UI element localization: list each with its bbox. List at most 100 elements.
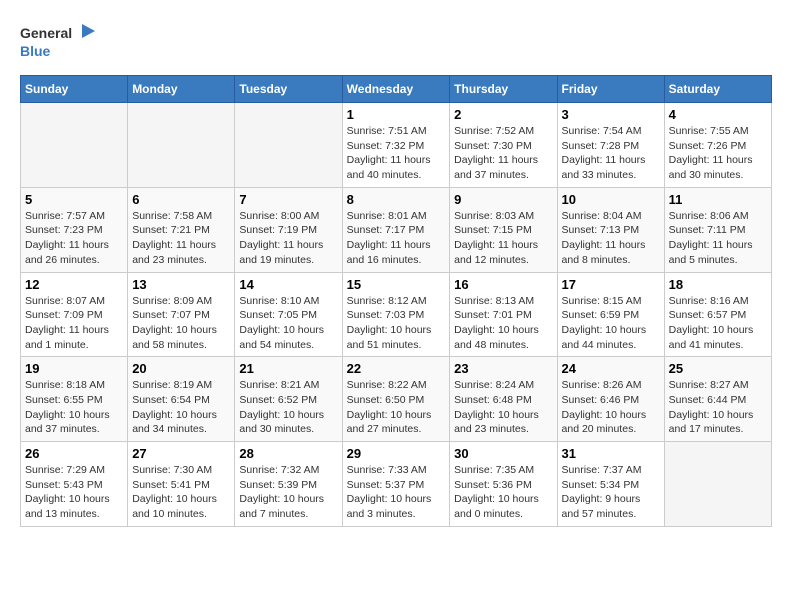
day-number: 15	[347, 277, 446, 292]
day-info: Sunrise: 8:13 AM Sunset: 7:01 PM Dayligh…	[454, 294, 552, 353]
calendar-cell: 16 Sunrise: 8:13 AM Sunset: 7:01 PM Dayli…	[450, 272, 557, 357]
day-info: Sunrise: 8:00 AM Sunset: 7:19 PM Dayligh…	[239, 209, 337, 268]
day-info: Sunrise: 8:22 AM Sunset: 6:50 PM Dayligh…	[347, 378, 446, 437]
day-info: Sunrise: 8:06 AM Sunset: 7:11 PM Dayligh…	[669, 209, 767, 268]
day-info: Sunrise: 7:32 AM Sunset: 5:39 PM Dayligh…	[239, 463, 337, 522]
day-number: 3	[562, 107, 660, 122]
day-number: 12	[25, 277, 123, 292]
day-number: 10	[562, 192, 660, 207]
day-number: 14	[239, 277, 337, 292]
calendar-cell: 21 Sunrise: 8:21 AM Sunset: 6:52 PM Dayli…	[235, 357, 342, 442]
calendar-cell: 31 Sunrise: 7:37 AM Sunset: 5:34 PM Dayli…	[557, 442, 664, 527]
page-header: General Blue	[20, 20, 772, 65]
day-number: 24	[562, 361, 660, 376]
svg-text:General: General	[20, 25, 72, 41]
calendar-cell: 10 Sunrise: 8:04 AM Sunset: 7:13 PM Dayli…	[557, 187, 664, 272]
weekday-header: Friday	[557, 76, 664, 103]
day-info: Sunrise: 7:57 AM Sunset: 7:23 PM Dayligh…	[25, 209, 123, 268]
calendar-cell	[664, 442, 771, 527]
day-number: 11	[669, 192, 767, 207]
day-number: 27	[132, 446, 230, 461]
day-number: 2	[454, 107, 552, 122]
day-info: Sunrise: 8:24 AM Sunset: 6:48 PM Dayligh…	[454, 378, 552, 437]
calendar-cell: 25 Sunrise: 8:27 AM Sunset: 6:44 PM Dayli…	[664, 357, 771, 442]
day-info: Sunrise: 8:07 AM Sunset: 7:09 PM Dayligh…	[25, 294, 123, 353]
day-info: Sunrise: 7:37 AM Sunset: 5:34 PM Dayligh…	[562, 463, 660, 522]
calendar-cell: 3 Sunrise: 7:54 AM Sunset: 7:28 PM Daylig…	[557, 103, 664, 188]
logo: General Blue	[20, 20, 100, 65]
day-info: Sunrise: 7:51 AM Sunset: 7:32 PM Dayligh…	[347, 124, 446, 183]
day-number: 25	[669, 361, 767, 376]
day-number: 30	[454, 446, 552, 461]
day-number: 8	[347, 192, 446, 207]
day-info: Sunrise: 8:10 AM Sunset: 7:05 PM Dayligh…	[239, 294, 337, 353]
calendar-cell: 4 Sunrise: 7:55 AM Sunset: 7:26 PM Daylig…	[664, 103, 771, 188]
calendar-cell: 29Sunrise: 7:33 AM Sunset: 5:37 PM Dayli…	[342, 442, 450, 527]
day-info: Sunrise: 8:03 AM Sunset: 7:15 PM Dayligh…	[454, 209, 552, 268]
calendar-cell: 18 Sunrise: 8:16 AM Sunset: 6:57 PM Dayli…	[664, 272, 771, 357]
calendar-cell: 17Sunrise: 8:15 AM Sunset: 6:59 PM Dayli…	[557, 272, 664, 357]
weekday-header: Tuesday	[235, 76, 342, 103]
calendar-cell: 19Sunrise: 8:18 AM Sunset: 6:55 PM Dayli…	[21, 357, 128, 442]
day-number: 6	[132, 192, 230, 207]
calendar-week-row: 19Sunrise: 8:18 AM Sunset: 6:55 PM Dayli…	[21, 357, 772, 442]
day-number: 13	[132, 277, 230, 292]
weekday-header: Sunday	[21, 76, 128, 103]
calendar-week-row: 5 Sunrise: 7:57 AM Sunset: 7:23 PM Daylig…	[21, 187, 772, 272]
day-info: Sunrise: 8:09 AM Sunset: 7:07 PM Dayligh…	[132, 294, 230, 353]
calendar-cell: 20Sunrise: 8:19 AM Sunset: 6:54 PM Dayli…	[128, 357, 235, 442]
day-info: Sunrise: 8:04 AM Sunset: 7:13 PM Dayligh…	[562, 209, 660, 268]
day-info: Sunrise: 7:29 AM Sunset: 5:43 PM Dayligh…	[25, 463, 123, 522]
calendar-week-row: 26 Sunrise: 7:29 AM Sunset: 5:43 PM Dayli…	[21, 442, 772, 527]
day-info: Sunrise: 8:26 AM Sunset: 6:46 PM Dayligh…	[562, 378, 660, 437]
calendar-cell: 24 Sunrise: 8:26 AM Sunset: 6:46 PM Dayli…	[557, 357, 664, 442]
calendar-cell: 14 Sunrise: 8:10 AM Sunset: 7:05 PM Dayli…	[235, 272, 342, 357]
calendar-week-row: 1Sunrise: 7:51 AM Sunset: 7:32 PM Daylig…	[21, 103, 772, 188]
day-info: Sunrise: 7:35 AM Sunset: 5:36 PM Dayligh…	[454, 463, 552, 522]
day-info: Sunrise: 8:16 AM Sunset: 6:57 PM Dayligh…	[669, 294, 767, 353]
calendar-cell: 22 Sunrise: 8:22 AM Sunset: 6:50 PM Dayli…	[342, 357, 450, 442]
day-info: Sunrise: 7:30 AM Sunset: 5:41 PM Dayligh…	[132, 463, 230, 522]
calendar-cell: 30 Sunrise: 7:35 AM Sunset: 5:36 PM Dayli…	[450, 442, 557, 527]
day-number: 9	[454, 192, 552, 207]
day-info: Sunrise: 7:55 AM Sunset: 7:26 PM Dayligh…	[669, 124, 767, 183]
calendar-cell: 5 Sunrise: 7:57 AM Sunset: 7:23 PM Daylig…	[21, 187, 128, 272]
calendar-cell	[21, 103, 128, 188]
calendar-cell: 11 Sunrise: 8:06 AM Sunset: 7:11 PM Dayli…	[664, 187, 771, 272]
calendar-week-row: 12 Sunrise: 8:07 AM Sunset: 7:09 PM Dayli…	[21, 272, 772, 357]
calendar-cell: 2 Sunrise: 7:52 AM Sunset: 7:30 PM Daylig…	[450, 103, 557, 188]
weekday-header-row: SundayMondayTuesdayWednesdayThursdayFrid…	[21, 76, 772, 103]
day-number: 21	[239, 361, 337, 376]
svg-text:Blue: Blue	[20, 43, 51, 59]
calendar-cell: 8 Sunrise: 8:01 AM Sunset: 7:17 PM Daylig…	[342, 187, 450, 272]
calendar-cell: 15 Sunrise: 8:12 AM Sunset: 7:03 PM Dayli…	[342, 272, 450, 357]
day-number: 26	[25, 446, 123, 461]
day-number: 29	[347, 446, 446, 461]
day-info: Sunrise: 8:27 AM Sunset: 6:44 PM Dayligh…	[669, 378, 767, 437]
calendar-cell: 23 Sunrise: 8:24 AM Sunset: 6:48 PM Dayli…	[450, 357, 557, 442]
day-info: Sunrise: 7:54 AM Sunset: 7:28 PM Dayligh…	[562, 124, 660, 183]
day-info: Sunrise: 7:52 AM Sunset: 7:30 PM Dayligh…	[454, 124, 552, 183]
day-number: 4	[669, 107, 767, 122]
day-number: 22	[347, 361, 446, 376]
calendar-cell: 7 Sunrise: 8:00 AM Sunset: 7:19 PM Daylig…	[235, 187, 342, 272]
day-info: Sunrise: 8:01 AM Sunset: 7:17 PM Dayligh…	[347, 209, 446, 268]
day-info: Sunrise: 8:21 AM Sunset: 6:52 PM Dayligh…	[239, 378, 337, 437]
day-number: 18	[669, 277, 767, 292]
weekday-header: Wednesday	[342, 76, 450, 103]
calendar-cell: 26 Sunrise: 7:29 AM Sunset: 5:43 PM Dayli…	[21, 442, 128, 527]
calendar-cell	[235, 103, 342, 188]
weekday-header: Thursday	[450, 76, 557, 103]
day-number: 5	[25, 192, 123, 207]
day-info: Sunrise: 8:12 AM Sunset: 7:03 PM Dayligh…	[347, 294, 446, 353]
day-info: Sunrise: 8:18 AM Sunset: 6:55 PM Dayligh…	[25, 378, 123, 437]
day-number: 7	[239, 192, 337, 207]
calendar-cell: 28 Sunrise: 7:32 AM Sunset: 5:39 PM Dayli…	[235, 442, 342, 527]
day-number: 28	[239, 446, 337, 461]
day-number: 31	[562, 446, 660, 461]
day-number: 16	[454, 277, 552, 292]
day-info: Sunrise: 8:19 AM Sunset: 6:54 PM Dayligh…	[132, 378, 230, 437]
weekday-header: Monday	[128, 76, 235, 103]
day-number: 17	[562, 277, 660, 292]
day-number: 23	[454, 361, 552, 376]
